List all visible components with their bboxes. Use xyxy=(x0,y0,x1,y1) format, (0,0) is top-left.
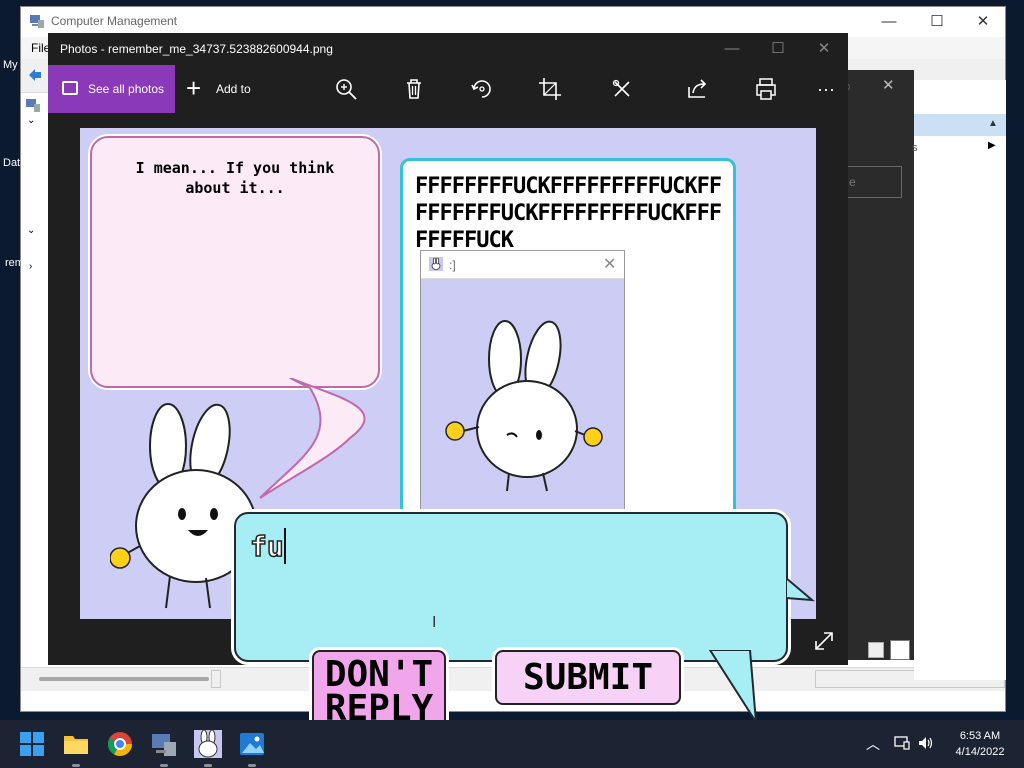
gallery-icon xyxy=(62,81,78,95)
start-icon[interactable] xyxy=(16,728,48,760)
clock[interactable]: 6:53 AM 4/14/2022 xyxy=(940,728,1020,760)
cm-title: Computer Management xyxy=(51,14,178,28)
dialog-field[interactable]: e xyxy=(846,166,902,198)
running-indicator xyxy=(248,764,256,767)
details-view-icon[interactable] xyxy=(868,642,884,658)
show-hidden-icons-button[interactable]: ︿ xyxy=(866,734,880,754)
cm-minimize-button[interactable]: — xyxy=(867,11,911,33)
large-icons-view-icon[interactable] xyxy=(890,640,910,660)
submit-button[interactable]: SUBMIT xyxy=(495,650,681,705)
desktop-label-rem: rem xyxy=(5,257,24,269)
input-bubble-side-tail xyxy=(786,578,816,602)
mini-window-close-button[interactable]: ✕ xyxy=(603,254,616,274)
add-to-button[interactable]: + Add to xyxy=(186,65,266,113)
desktop-label-my: My xyxy=(3,59,18,71)
crop-icon[interactable] xyxy=(536,75,564,103)
cm-horizontal-scrollbar[interactable] xyxy=(39,677,209,681)
mini-window-title: :] xyxy=(449,258,456,272)
delete-icon[interactable] xyxy=(400,75,428,103)
running-indicator xyxy=(160,764,168,767)
expand-arrow-icon[interactable]: › xyxy=(29,261,32,272)
expand-icon[interactable] xyxy=(812,629,836,653)
tray-icons[interactable] xyxy=(894,734,934,750)
see-all-photos-button[interactable]: See all photos xyxy=(48,65,175,113)
clock-time: 6:53 AM xyxy=(959,730,1001,742)
dont-reply-button[interactable]: DON'T REPLY xyxy=(312,650,446,730)
photos-title: Photos - remember_me_34737.523882600944.… xyxy=(60,42,333,56)
network-icon[interactable] xyxy=(894,736,910,750)
cm-actions-pane: ▲ ▶ xyxy=(914,80,1006,680)
chrome-icon[interactable] xyxy=(104,728,136,760)
bunny-app-icon[interactable] xyxy=(192,728,224,767)
photos-minimize-button[interactable]: — xyxy=(712,37,752,61)
photos-toolbar: See all photos + Add to ··· xyxy=(48,65,848,113)
add-to-label: Add to xyxy=(216,82,251,96)
left-bubble-text: I mean... If you think about it... xyxy=(135,159,335,197)
ibeam-cursor-icon: I xyxy=(432,614,437,631)
cm-close-button[interactable]: ✕ xyxy=(961,11,1005,33)
reply-input-text[interactable]: fu xyxy=(249,529,284,564)
mini-window: :] ✕ xyxy=(420,250,625,512)
collapse-chevron-icon[interactable]: ⌄ xyxy=(27,225,35,236)
left-speech-bubble: I mean... If you think about it... xyxy=(90,136,380,388)
share-icon[interactable] xyxy=(684,75,712,103)
zoom-in-icon[interactable] xyxy=(332,75,360,103)
back-arrow-icon[interactable] xyxy=(27,67,43,83)
edit-icon[interactable] xyxy=(608,75,645,103)
status-segment xyxy=(211,670,221,688)
cm-left-pane: ⌄ ⌄ › xyxy=(21,93,49,683)
scroll-up-icon[interactable]: ▲ xyxy=(988,118,998,129)
taskbar: ︿ 6:53 AM 4/14/2022 xyxy=(0,720,1024,768)
actions-text: s xyxy=(912,142,918,154)
photos-icon[interactable] xyxy=(236,728,268,767)
text-caret xyxy=(284,528,286,564)
volume-icon[interactable] xyxy=(918,736,934,750)
clock-date: 4/14/2022 xyxy=(955,746,1005,758)
input-bubble-tail xyxy=(708,650,757,723)
right-bubble-text: FFFFFFFFUCKFFFFFFFFFUCKFFFFFFFFFUCKFFFFF… xyxy=(415,174,722,253)
photos-maximize-button[interactable]: ☐ xyxy=(758,37,798,61)
see-all-photos-label: See all photos xyxy=(88,82,165,96)
rotate-icon[interactable] xyxy=(468,75,496,103)
running-indicator xyxy=(72,764,80,767)
computer-management-icon[interactable] xyxy=(148,728,180,767)
bunny-app-icon xyxy=(429,257,443,271)
mini-window-titlebar[interactable]: :] ✕ xyxy=(421,251,624,279)
background-dialog: ◌ ✕ e xyxy=(842,70,914,660)
cm-maximize-button[interactable]: ☐ xyxy=(915,11,959,33)
dialog-close-button[interactable]: ✕ xyxy=(882,76,895,94)
expand-chevron-icon[interactable]: ⌄ xyxy=(27,115,35,126)
bubble-tail xyxy=(259,378,366,499)
submenu-arrow-icon[interactable]: ▶ xyxy=(988,140,996,151)
desktop-label-dat: Dat xyxy=(3,157,21,169)
more-icon[interactable]: ··· xyxy=(812,75,840,103)
file-explorer-icon[interactable] xyxy=(60,728,92,767)
sad-bunny-character xyxy=(445,320,603,492)
plus-icon: + xyxy=(186,73,202,103)
reply-input-bubble[interactable]: fu I xyxy=(234,512,788,662)
running-indicator xyxy=(204,764,212,767)
print-icon[interactable] xyxy=(752,75,780,103)
computer-management-icon xyxy=(30,15,44,28)
photos-close-button[interactable]: ✕ xyxy=(804,37,844,61)
computer-icon xyxy=(26,99,40,112)
